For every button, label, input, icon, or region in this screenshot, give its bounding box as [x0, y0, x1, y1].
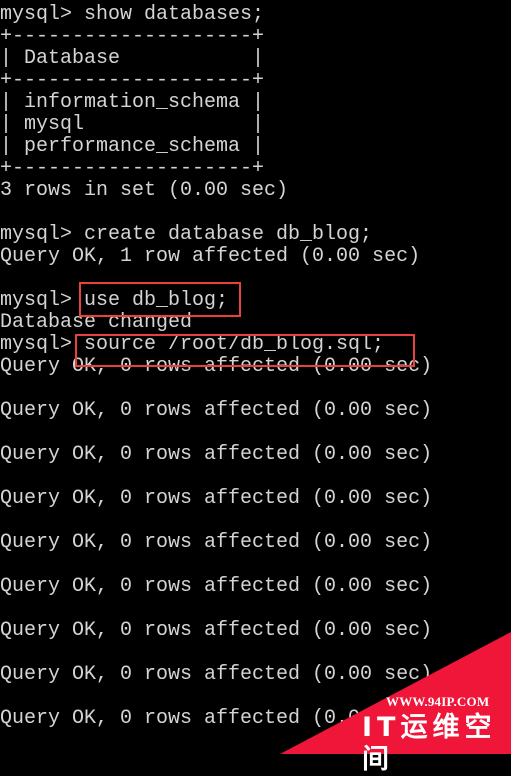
terminal-line: | mysql | — [0, 113, 265, 136]
terminal-line: Query OK, 0 rows affected (0.00 sec) — [0, 487, 433, 510]
terminal-line: Query OK, 0 rows affected (0.00 sec) — [0, 531, 433, 554]
terminal-line: Query OK, 0 rows affected (0.00 sec) — [0, 575, 433, 598]
terminal-line: Query OK, 0 rows affected (0.00 sec) — [0, 443, 433, 466]
terminal-line: mysql> create database db_blog; — [0, 223, 373, 246]
terminal-line: Query OK, 0 rows affected (0.00 sec) — [0, 707, 433, 730]
terminal-line: +--------------------+ — [0, 25, 265, 48]
terminal-line: Database changed — [0, 311, 193, 334]
terminal-line: mysql> show databases; — [0, 3, 265, 26]
terminal-line: Query OK, 0 rows affected (0.00 sec) — [0, 663, 433, 686]
terminal-line: +--------------------+ — [0, 157, 265, 180]
terminal-line: | information_schema | — [0, 91, 265, 114]
terminal-line: | performance_schema | — [0, 135, 265, 158]
terminal-line: | Database | — [0, 47, 265, 70]
terminal-line: 3 rows in set (0.00 sec) — [0, 179, 289, 202]
terminal-line: Query OK, 0 rows affected (0.00 sec) — [0, 619, 433, 642]
highlight-box-use-command — [79, 282, 241, 317]
terminal-line: Query OK, 1 row affected (0.00 sec) — [0, 245, 421, 268]
highlight-box-source-command — [75, 334, 415, 367]
terminal-output: mysql> show databases; +-----------------… — [0, 4, 511, 730]
terminal-line: +--------------------+ — [0, 69, 265, 92]
terminal-line: mysql> use db_blog; — [0, 289, 229, 312]
terminal-line: Query OK, 0 rows affected (0.00 sec) — [0, 399, 433, 422]
